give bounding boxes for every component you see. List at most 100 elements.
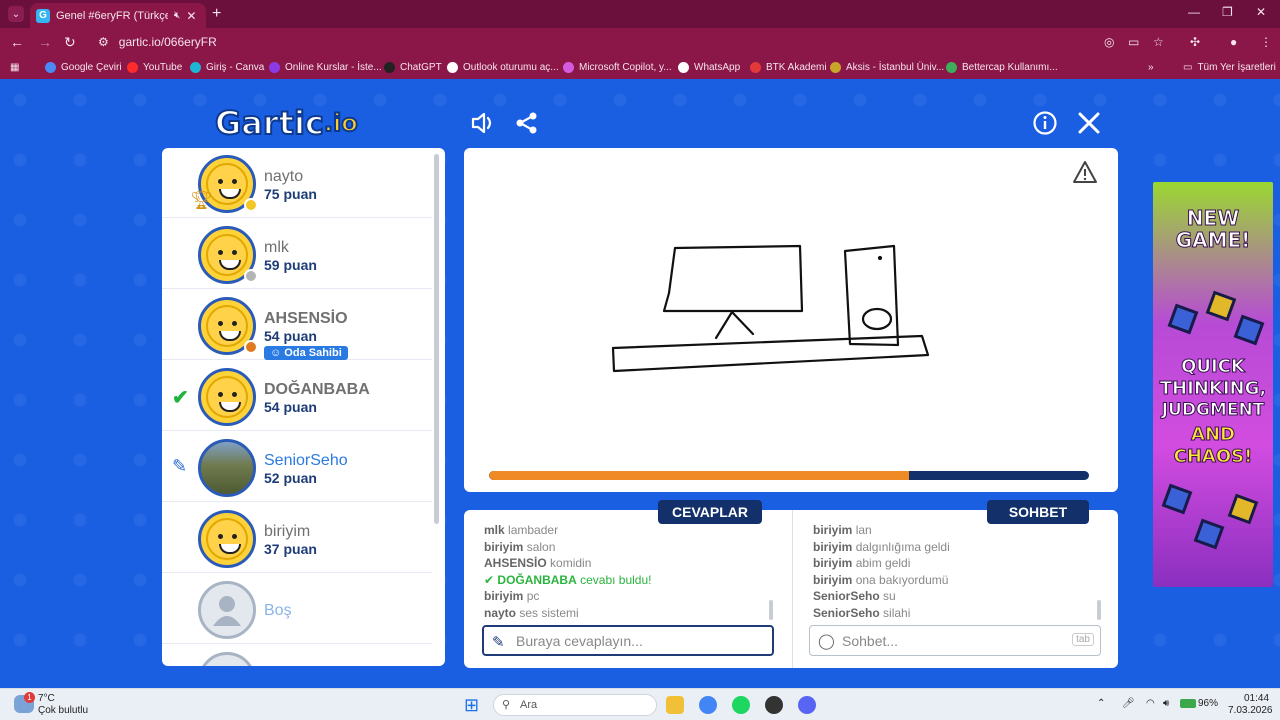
bookmark-online-kurslar[interactable]: Online Kurslar - İste... [269,62,382,73]
weather-temp: 7°C [38,693,55,704]
microphone-icon[interactable]: 🎤︎ [1122,698,1135,709]
bookmark-bettercap[interactable]: Bettercap Kullanımı... [946,62,1058,73]
discord-icon[interactable] [798,696,816,714]
browser-tab[interactable]: G Genel #6eryFR (Türkçe) - Gartic.io 🔇︎ … [30,3,206,28]
player-score: 54 puan [264,399,317,415]
spotify-icon[interactable] [732,696,750,714]
chat-message: SeniorSeho su [813,588,1103,605]
answers-list: mlk lambader biriyim salon AHSENSİO komi… [484,522,774,622]
player-score: 52 puan [264,470,317,486]
youtube-icon [127,62,138,73]
chat-message: biriyim ona bakıyordumü [813,572,1103,589]
bookmark-label: Online Kurslar - İste... [285,62,382,73]
taskbar-search[interactable]: ⚲ Ara [493,694,657,716]
avatar-face [206,234,248,276]
url-field[interactable]: ⚙ gartic.io/066eryFR [94,31,1094,53]
udemy-icon [269,62,280,73]
player-row: AHSENSİO 54 puan ☺ Oda Sahibi [162,290,432,360]
bookmark-outlook[interactable]: Outlook oturumu aç... [447,62,559,73]
volume-icon[interactable]: 🔊︎ [1163,698,1169,709]
menu-kebab-icon[interactable]: ⋮ [1260,35,1272,49]
chat-message: SeniorSeho silahi [813,605,1103,622]
answer-message: mlk lambader [484,522,774,539]
chat-bubble-icon: ◯ [818,633,835,650]
share-icon[interactable] [514,110,540,136]
chat-scrollbar[interactable] [1097,600,1101,620]
bookmark-label: Giriş - Canva [206,62,265,73]
battery-icon[interactable] [1180,699,1196,708]
new-tab-icon[interactable]: + [212,5,221,23]
extensions-icon[interactable]: ✣ [1190,35,1200,49]
ad-text: NEW [1186,206,1240,230]
answer-message: biriyim pc [484,588,774,605]
sound-off-icon[interactable] [470,110,496,136]
reload-icon[interactable]: ↻ [64,34,76,51]
chat-input-placeholder: Sohbet... [842,632,899,649]
ad-text: JUDGMENT [1161,400,1265,420]
status-dot [244,269,258,283]
install-icon[interactable]: ▭ [1128,35,1139,49]
windows-start-icon[interactable]: ⊞ [464,695,479,716]
chat-input[interactable]: ◯ Sohbet... tab [809,625,1101,656]
clock-time[interactable]: 01:44 [1244,693,1269,704]
apps-grid-icon[interactable]: ▦ [10,62,19,73]
bookmark-label: YouTube [143,62,183,73]
bookmarks-overflow-icon[interactable]: » [1148,62,1154,73]
tab-close-icon[interactable]: ✕ [186,9,196,23]
status-dot [244,198,258,212]
bookmark-whatsapp[interactable]: WhatsApp [678,62,740,73]
url-text: gartic.io/066eryFR [118,35,217,49]
answer-user: DOĞANBABA [497,572,577,587]
app-icon[interactable] [765,696,783,714]
maximize-icon[interactable]: ❐ [1222,5,1233,19]
tab-search-icon[interactable]: ⌄ [8,6,24,22]
chrome-icon[interactable] [699,696,717,714]
bookmark-star-icon[interactable]: ☆ [1153,35,1164,49]
bookmark-canva[interactable]: Giriş - Canva [190,62,264,73]
answers-scrollbar[interactable] [769,600,773,620]
gartic-logo: Gartic .io [214,103,395,143]
answer-input[interactable]: ✎ Buraya cevaplayın... [482,625,774,656]
bookmark-btk-akademi[interactable]: BTK Akademi [750,62,827,73]
wifi-icon[interactable]: ◠ [1146,698,1155,709]
empty-avatar-icon [198,581,256,639]
chatgpt-icon [384,62,395,73]
logo-suffix-text: .io [323,108,359,138]
minimize-icon[interactable]: — [1188,5,1200,19]
search-icon: ⚲ [502,699,511,711]
room-owner-badge: ☺ Oda Sahibi [264,346,348,360]
empty-slot[interactable] [162,645,432,666]
clock-date[interactable]: 7.03.2026 [1228,705,1273,716]
back-icon[interactable]: ← [10,34,24,50]
chat-message: biriyim dalgınlığıma geldi [813,539,1103,556]
eye-off-icon[interactable]: ◎ [1104,35,1114,49]
drawing-canvas[interactable] [464,148,1118,492]
all-bookmarks-folder[interactable]: ▭ Tüm Yer İşaretleri [1183,62,1276,73]
bookmark-google-ceviri[interactable]: Google Çeviri [45,62,122,73]
site-info-icon[interactable]: ⚙ [98,35,109,49]
close-icon[interactable] [1076,110,1102,136]
info-icon[interactable] [1032,110,1058,136]
player-name: nayto [264,168,304,185]
bookmark-chatgpt[interactable]: ChatGPT [384,62,442,73]
bookmark-copilot[interactable]: Microsoft Copilot, y... [563,62,672,73]
bookmark-youtube[interactable]: YouTube [127,62,182,73]
gartic-favicon-icon: G [36,8,50,23]
empty-avatar-icon [198,652,256,666]
player-row: biriyim 37 puan [162,503,432,573]
forward-icon[interactable]: → [38,34,52,50]
player-list-scrollbar[interactable] [434,154,439,524]
bookmark-aksis[interactable]: Aksis - İstanbul Üniv... [830,62,944,73]
window-close-icon[interactable]: ✕ [1256,5,1266,19]
round-timer-bar [489,471,1089,480]
chat-user: biriyim [813,539,853,554]
logo-main-text: Gartic [214,103,325,143]
empty-slot[interactable]: Boş [162,574,432,644]
trophy-icon: 🏆︎ [190,190,213,210]
advertisement[interactable]: NEW GAME! QUICK THINKING, JUDGMENT AND C… [1153,182,1273,587]
player-row: ✔ DOĞANBABA 54 puan [162,361,432,431]
tray-chevron-icon[interactable]: ⌃ [1097,698,1105,709]
tab-muted-icon[interactable]: 🔇︎ [174,10,180,21]
file-explorer-icon[interactable] [666,696,684,714]
profile-avatar[interactable]: ● [1230,35,1237,49]
